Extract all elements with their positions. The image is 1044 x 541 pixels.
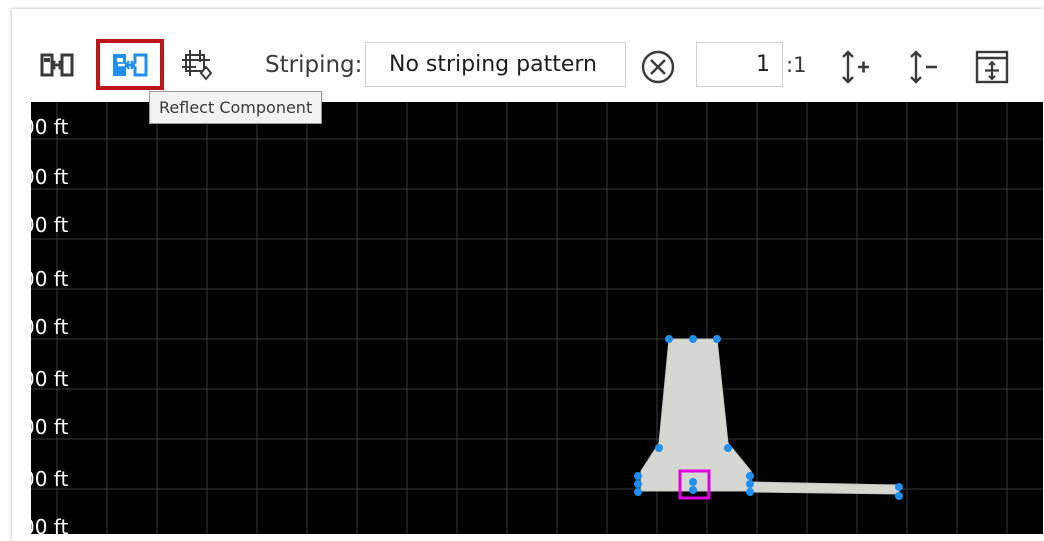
vertex-point[interactable] — [746, 472, 754, 480]
axis-label: 00 ft — [31, 165, 69, 189]
vertex-point[interactable] — [746, 488, 754, 496]
clear-circle-icon — [640, 49, 676, 85]
vertical-scale-decrease-icon — [904, 49, 940, 85]
vertex-point[interactable] — [634, 472, 642, 480]
toolbar: Striping: No striping pattern 1 :1 Refle… — [12, 9, 1044, 124]
vertex-point[interactable] — [689, 486, 697, 494]
decrease-vertical-scale-button[interactable] — [902, 47, 942, 87]
window-frame: Striping: No striping pattern 1 :1 Refle… — [0, 0, 1044, 541]
vertex-point[interactable] — [746, 480, 754, 488]
reflect-component-button[interactable] — [96, 39, 164, 90]
striping-pattern-field[interactable]: No striping pattern — [365, 42, 626, 87]
flip-component-button[interactable] — [37, 47, 77, 83]
axis-label: 00 ft — [31, 213, 69, 237]
move-vertex-button[interactable] — [178, 45, 218, 85]
zoom-extents-icon — [974, 49, 1010, 85]
axis-label: 00 ft — [31, 115, 69, 139]
cross-section-editor-panel: Striping: No striping pattern 1 :1 Refle… — [12, 9, 1044, 541]
flip-component-icon — [40, 52, 74, 78]
axis-label: 00 ft — [31, 367, 69, 391]
axis-label: 00 ft — [31, 467, 69, 491]
reflect-component-icon — [112, 51, 148, 79]
vertex-point[interactable] — [713, 335, 721, 343]
vertical-scale-ratio-input[interactable]: 1 — [696, 42, 783, 87]
striping-label: Striping: — [265, 52, 363, 78]
reflect-component-tooltip: Reflect Component — [149, 91, 323, 124]
vertex-point[interactable] — [895, 483, 903, 491]
cross-section-canvas[interactable]: 00 ft 00 ft 00 ft 00 ft 00 ft 00 ft 00 f… — [31, 102, 1043, 534]
vertex-point[interactable] — [665, 335, 673, 343]
ratio-suffix: :1 — [786, 53, 807, 77]
axis-label: 00 ft — [31, 315, 69, 339]
vertex-point[interactable] — [689, 478, 697, 486]
vertex-point[interactable] — [689, 335, 697, 343]
canvas-grid — [31, 102, 1043, 534]
vertex-point[interactable] — [634, 480, 642, 488]
axis-label: 00 ft — [31, 515, 69, 534]
clear-striping-button[interactable] — [639, 48, 677, 86]
vertex-point[interactable] — [655, 444, 663, 452]
vertex-point[interactable] — [895, 492, 903, 500]
vertex-point[interactable] — [724, 444, 732, 452]
move-vertex-icon — [180, 47, 216, 83]
increase-vertical-scale-button[interactable] — [834, 47, 874, 87]
zoom-extents-button[interactable] — [972, 47, 1012, 87]
axis-label: 00 ft — [31, 267, 69, 291]
axis-label: 00 ft — [31, 415, 69, 439]
vertex-point[interactable] — [634, 488, 642, 496]
vertical-scale-increase-icon — [836, 49, 872, 85]
